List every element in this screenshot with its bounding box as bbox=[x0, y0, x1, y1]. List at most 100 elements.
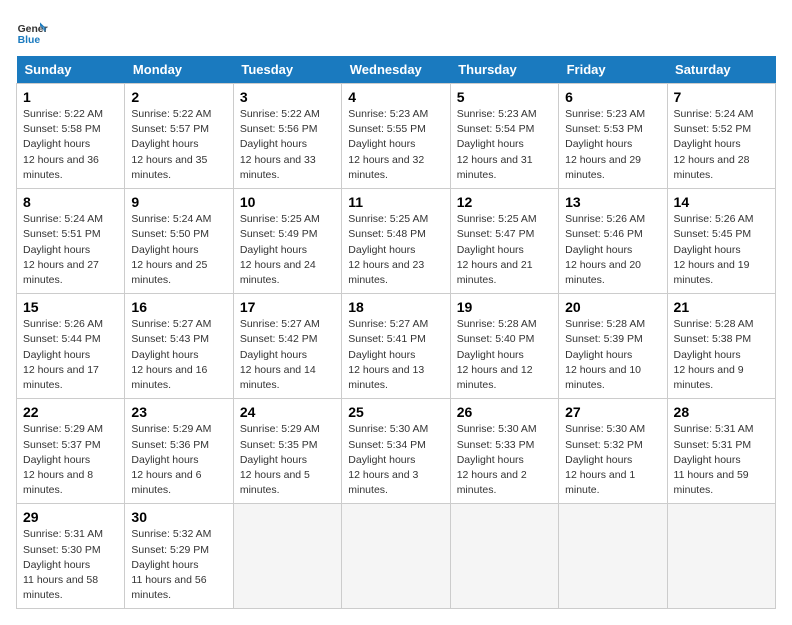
day-info: Sunrise: 5:27 AMSunset: 5:41 PMDaylight … bbox=[348, 318, 428, 391]
calendar-day-header: Thursday bbox=[450, 56, 558, 84]
calendar-day-header: Saturday bbox=[667, 56, 775, 84]
day-number: 25 bbox=[348, 404, 443, 420]
day-number: 30 bbox=[131, 509, 226, 525]
day-number: 14 bbox=[674, 194, 769, 210]
day-info: Sunrise: 5:25 AMSunset: 5:49 PMDaylight … bbox=[240, 213, 320, 286]
calendar-day-cell: 26 Sunrise: 5:30 AMSunset: 5:33 PMDaylig… bbox=[450, 399, 558, 504]
calendar-header-row: SundayMondayTuesdayWednesdayThursdayFrid… bbox=[17, 56, 776, 84]
calendar-week-row: 15 Sunrise: 5:26 AMSunset: 5:44 PMDaylig… bbox=[17, 294, 776, 399]
logo: General Blue bbox=[16, 16, 48, 48]
calendar-day-cell: 24 Sunrise: 5:29 AMSunset: 5:35 PMDaylig… bbox=[233, 399, 341, 504]
calendar-day-cell: 1 Sunrise: 5:22 AMSunset: 5:58 PMDayligh… bbox=[17, 84, 125, 189]
calendar-day-cell: 19 Sunrise: 5:28 AMSunset: 5:40 PMDaylig… bbox=[450, 294, 558, 399]
day-number: 2 bbox=[131, 89, 226, 105]
calendar-day-cell: 29 Sunrise: 5:31 AMSunset: 5:30 PMDaylig… bbox=[17, 504, 125, 609]
calendar-day-cell: 2 Sunrise: 5:22 AMSunset: 5:57 PMDayligh… bbox=[125, 84, 233, 189]
day-info: Sunrise: 5:29 AMSunset: 5:37 PMDaylight … bbox=[23, 423, 103, 496]
calendar-day-cell bbox=[233, 504, 341, 609]
day-number: 10 bbox=[240, 194, 335, 210]
day-info: Sunrise: 5:30 AMSunset: 5:33 PMDaylight … bbox=[457, 423, 537, 496]
calendar-day-cell: 30 Sunrise: 5:32 AMSunset: 5:29 PMDaylig… bbox=[125, 504, 233, 609]
svg-text:Blue: Blue bbox=[18, 35, 41, 46]
day-number: 21 bbox=[674, 299, 769, 315]
calendar-day-cell: 23 Sunrise: 5:29 AMSunset: 5:36 PMDaylig… bbox=[125, 399, 233, 504]
day-info: Sunrise: 5:27 AMSunset: 5:43 PMDaylight … bbox=[131, 318, 211, 391]
calendar-week-row: 22 Sunrise: 5:29 AMSunset: 5:37 PMDaylig… bbox=[17, 399, 776, 504]
day-number: 24 bbox=[240, 404, 335, 420]
day-number: 12 bbox=[457, 194, 552, 210]
calendar-day-header: Tuesday bbox=[233, 56, 341, 84]
calendar-day-cell: 7 Sunrise: 5:24 AMSunset: 5:52 PMDayligh… bbox=[667, 84, 775, 189]
calendar-day-header: Friday bbox=[559, 56, 667, 84]
day-number: 8 bbox=[23, 194, 118, 210]
calendar-day-cell: 13 Sunrise: 5:26 AMSunset: 5:46 PMDaylig… bbox=[559, 189, 667, 294]
day-info: Sunrise: 5:24 AMSunset: 5:52 PMDaylight … bbox=[674, 108, 754, 181]
day-number: 1 bbox=[23, 89, 118, 105]
day-number: 13 bbox=[565, 194, 660, 210]
calendar-table: SundayMondayTuesdayWednesdayThursdayFrid… bbox=[16, 56, 776, 609]
page-header: General Blue bbox=[16, 16, 776, 48]
day-number: 7 bbox=[674, 89, 769, 105]
calendar-week-row: 29 Sunrise: 5:31 AMSunset: 5:30 PMDaylig… bbox=[17, 504, 776, 609]
calendar-day-cell: 11 Sunrise: 5:25 AMSunset: 5:48 PMDaylig… bbox=[342, 189, 450, 294]
day-number: 23 bbox=[131, 404, 226, 420]
day-number: 16 bbox=[131, 299, 226, 315]
calendar-day-cell: 27 Sunrise: 5:30 AMSunset: 5:32 PMDaylig… bbox=[559, 399, 667, 504]
calendar-week-row: 8 Sunrise: 5:24 AMSunset: 5:51 PMDayligh… bbox=[17, 189, 776, 294]
calendar-day-cell bbox=[559, 504, 667, 609]
day-info: Sunrise: 5:29 AMSunset: 5:36 PMDaylight … bbox=[131, 423, 211, 496]
day-number: 5 bbox=[457, 89, 552, 105]
day-number: 3 bbox=[240, 89, 335, 105]
day-info: Sunrise: 5:23 AMSunset: 5:54 PMDaylight … bbox=[457, 108, 537, 181]
day-info: Sunrise: 5:24 AMSunset: 5:51 PMDaylight … bbox=[23, 213, 103, 286]
day-number: 26 bbox=[457, 404, 552, 420]
day-number: 28 bbox=[674, 404, 769, 420]
day-info: Sunrise: 5:26 AMSunset: 5:44 PMDaylight … bbox=[23, 318, 103, 391]
calendar-day-cell: 6 Sunrise: 5:23 AMSunset: 5:53 PMDayligh… bbox=[559, 84, 667, 189]
day-info: Sunrise: 5:22 AMSunset: 5:56 PMDaylight … bbox=[240, 108, 320, 181]
calendar-day-cell: 12 Sunrise: 5:25 AMSunset: 5:47 PMDaylig… bbox=[450, 189, 558, 294]
day-number: 17 bbox=[240, 299, 335, 315]
day-info: Sunrise: 5:30 AMSunset: 5:34 PMDaylight … bbox=[348, 423, 428, 496]
day-number: 18 bbox=[348, 299, 443, 315]
calendar-day-cell: 22 Sunrise: 5:29 AMSunset: 5:37 PMDaylig… bbox=[17, 399, 125, 504]
day-info: Sunrise: 5:23 AMSunset: 5:53 PMDaylight … bbox=[565, 108, 645, 181]
day-number: 6 bbox=[565, 89, 660, 105]
day-number: 15 bbox=[23, 299, 118, 315]
day-number: 4 bbox=[348, 89, 443, 105]
calendar-week-row: 1 Sunrise: 5:22 AMSunset: 5:58 PMDayligh… bbox=[17, 84, 776, 189]
day-number: 19 bbox=[457, 299, 552, 315]
day-info: Sunrise: 5:32 AMSunset: 5:29 PMDaylight … bbox=[131, 528, 211, 601]
day-number: 29 bbox=[23, 509, 118, 525]
day-number: 22 bbox=[23, 404, 118, 420]
day-info: Sunrise: 5:28 AMSunset: 5:40 PMDaylight … bbox=[457, 318, 537, 391]
day-info: Sunrise: 5:31 AMSunset: 5:30 PMDaylight … bbox=[23, 528, 103, 601]
day-info: Sunrise: 5:22 AMSunset: 5:57 PMDaylight … bbox=[131, 108, 211, 181]
logo-icon: General Blue bbox=[16, 16, 48, 48]
calendar-day-cell bbox=[342, 504, 450, 609]
calendar-day-cell: 18 Sunrise: 5:27 AMSunset: 5:41 PMDaylig… bbox=[342, 294, 450, 399]
calendar-day-cell bbox=[450, 504, 558, 609]
day-number: 20 bbox=[565, 299, 660, 315]
calendar-day-cell: 20 Sunrise: 5:28 AMSunset: 5:39 PMDaylig… bbox=[559, 294, 667, 399]
calendar-day-cell bbox=[667, 504, 775, 609]
calendar-day-cell: 14 Sunrise: 5:26 AMSunset: 5:45 PMDaylig… bbox=[667, 189, 775, 294]
day-info: Sunrise: 5:31 AMSunset: 5:31 PMDaylight … bbox=[674, 423, 754, 496]
day-info: Sunrise: 5:24 AMSunset: 5:50 PMDaylight … bbox=[131, 213, 211, 286]
day-info: Sunrise: 5:28 AMSunset: 5:39 PMDaylight … bbox=[565, 318, 645, 391]
calendar-day-cell: 21 Sunrise: 5:28 AMSunset: 5:38 PMDaylig… bbox=[667, 294, 775, 399]
day-info: Sunrise: 5:25 AMSunset: 5:48 PMDaylight … bbox=[348, 213, 428, 286]
day-info: Sunrise: 5:23 AMSunset: 5:55 PMDaylight … bbox=[348, 108, 428, 181]
day-number: 9 bbox=[131, 194, 226, 210]
calendar-day-header: Wednesday bbox=[342, 56, 450, 84]
calendar-day-cell: 3 Sunrise: 5:22 AMSunset: 5:56 PMDayligh… bbox=[233, 84, 341, 189]
day-info: Sunrise: 5:29 AMSunset: 5:35 PMDaylight … bbox=[240, 423, 320, 496]
day-info: Sunrise: 5:26 AMSunset: 5:46 PMDaylight … bbox=[565, 213, 645, 286]
calendar-day-cell: 10 Sunrise: 5:25 AMSunset: 5:49 PMDaylig… bbox=[233, 189, 341, 294]
calendar-day-header: Sunday bbox=[17, 56, 125, 84]
day-info: Sunrise: 5:25 AMSunset: 5:47 PMDaylight … bbox=[457, 213, 537, 286]
calendar-body: 1 Sunrise: 5:22 AMSunset: 5:58 PMDayligh… bbox=[17, 84, 776, 609]
calendar-day-cell: 5 Sunrise: 5:23 AMSunset: 5:54 PMDayligh… bbox=[450, 84, 558, 189]
calendar-day-cell: 17 Sunrise: 5:27 AMSunset: 5:42 PMDaylig… bbox=[233, 294, 341, 399]
calendar-day-cell: 16 Sunrise: 5:27 AMSunset: 5:43 PMDaylig… bbox=[125, 294, 233, 399]
